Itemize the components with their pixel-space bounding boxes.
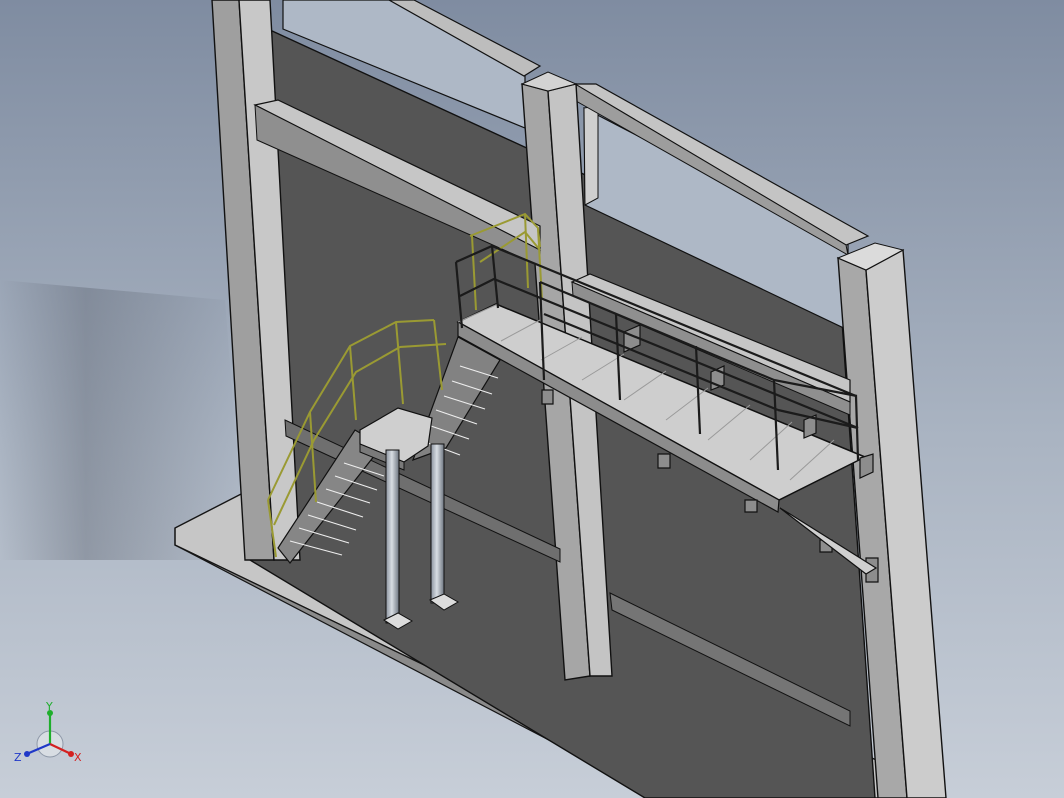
z-axis-end-icon — [24, 751, 30, 757]
triad-y-label: Y — [45, 700, 53, 713]
3d-model-view[interactable] — [0, 0, 1064, 798]
triad-x-label: X — [74, 751, 82, 764]
window-opening-right-edge — [583, 105, 599, 206]
cad-viewport[interactable]: Y X Z — [0, 0, 1064, 798]
support-post-left — [385, 449, 400, 624]
triad-z-label: Z — [14, 751, 22, 764]
coordinate-triad: Y X Z — [14, 700, 82, 764]
support-post-right — [430, 443, 445, 604]
